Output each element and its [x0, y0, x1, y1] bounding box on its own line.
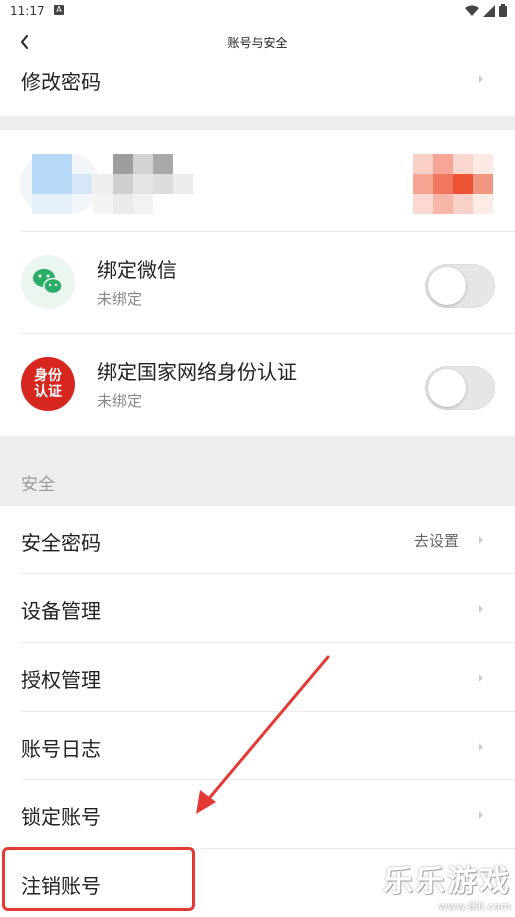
annotation-arrow [196, 655, 330, 814]
watermark-url: www.6lll.com [438, 900, 511, 913]
watermark-logo: 乐乐游戏 www.6lll.com [383, 856, 511, 913]
watermark-brand: 乐乐游戏 [383, 864, 511, 899]
